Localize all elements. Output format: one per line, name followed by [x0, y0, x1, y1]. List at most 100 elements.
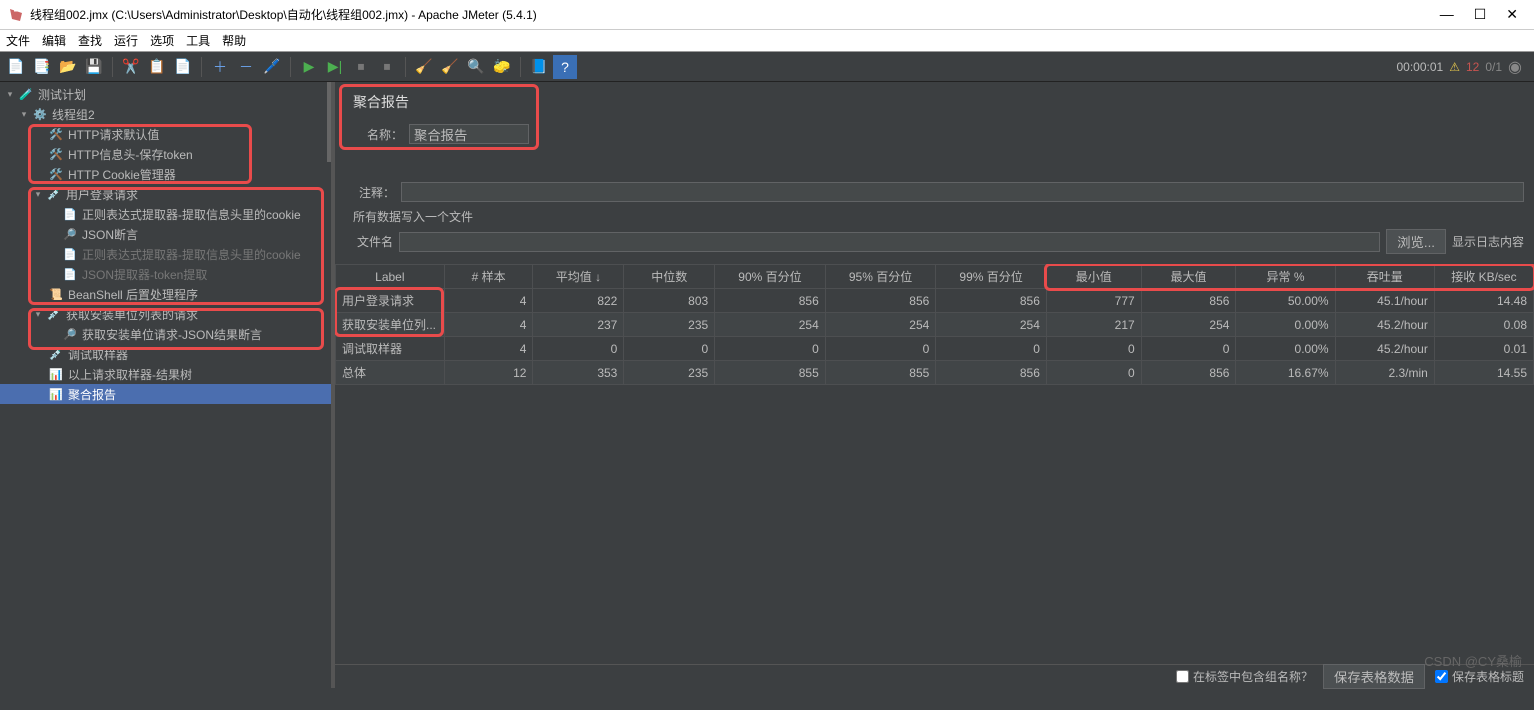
- menu-run[interactable]: 运行: [114, 32, 138, 49]
- menu-tools[interactable]: 工具: [186, 32, 210, 49]
- tree-json-extract[interactable]: 📄 JSON提取器-token提取: [0, 264, 331, 284]
- minus-icon[interactable]: －: [234, 55, 258, 79]
- show-log-button[interactable]: 显示日志内容: [1452, 233, 1524, 250]
- paste-icon[interactable]: 📄: [171, 55, 195, 79]
- cell-throughput: 2.3/min: [1335, 361, 1434, 385]
- tree-debug-sampler[interactable]: 💉 调试取样器: [0, 344, 331, 364]
- aggregate-table[interactable]: Label # 样本 平均值 ↓ 中位数 90% 百分位 95% 百分位 99%…: [335, 264, 1534, 385]
- tree-json-assert[interactable]: 🔎 JSON断言: [0, 224, 331, 244]
- wrench-icon: 🛠️: [48, 166, 64, 182]
- col-median[interactable]: 中位数: [624, 265, 715, 289]
- start-no-pause-icon[interactable]: ▶|: [323, 55, 347, 79]
- bottom-bar: 在标签中包含组名称？ 保存表格数据 保存表格标题: [335, 664, 1534, 688]
- col-p95[interactable]: 95% 百分位: [825, 265, 936, 289]
- page-icon: 📄: [62, 206, 78, 222]
- tree-aggregate-report[interactable]: 📊 聚合报告: [0, 384, 331, 404]
- test-plan-tree[interactable]: ▾🧪 测试计划 ▾⚙️ 线程组2 🛠️ HTTP请求默认值 🛠️ HTTP信息头…: [0, 82, 335, 688]
- section-title: 聚合报告: [353, 92, 529, 112]
- tree-scrollbar[interactable]: [327, 82, 331, 162]
- include-group-checkbox[interactable]: 在标签中包含组名称？: [1176, 668, 1313, 685]
- cell-max: 856: [1141, 361, 1236, 385]
- tree-regex1[interactable]: 📄 正则表达式提取器-提取信息头里的cookie: [0, 204, 331, 224]
- table-row[interactable]: 调试取样器400000000.00%45.2/hour0.01: [336, 337, 1534, 361]
- file-input[interactable]: [399, 232, 1380, 252]
- table-row[interactable]: 总体12353235855855856085616.67%2.3/min14.5…: [336, 361, 1534, 385]
- col-label[interactable]: Label: [336, 265, 445, 289]
- menu-help[interactable]: 帮助: [222, 32, 246, 49]
- browse-button[interactable]: 浏览...: [1386, 229, 1446, 254]
- cell-min: 217: [1046, 313, 1141, 337]
- menu-options[interactable]: 选项: [150, 32, 174, 49]
- col-p99[interactable]: 99% 百分位: [936, 265, 1047, 289]
- menu-edit[interactable]: 编辑: [42, 32, 66, 49]
- search-icon[interactable]: 🔍: [464, 55, 488, 79]
- cell-max: 856: [1141, 289, 1236, 313]
- start-icon[interactable]: ▶: [297, 55, 321, 79]
- help-icon[interactable]: ?: [553, 55, 577, 79]
- cell-label: 调试取样器: [336, 337, 445, 361]
- function-helper-icon[interactable]: 📘: [527, 55, 551, 79]
- close-button[interactable]: ✕: [1506, 6, 1518, 23]
- table-row[interactable]: 用户登录请求482280385685685677785650.00%45.1/h…: [336, 289, 1534, 313]
- clear-icon[interactable]: 🧹: [412, 55, 436, 79]
- col-p90[interactable]: 90% 百分位: [715, 265, 826, 289]
- cell-samples: 4: [444, 337, 533, 361]
- minimize-button[interactable]: —: [1440, 6, 1454, 23]
- tree-get-list-assert[interactable]: 🔎 获取安装单位请求-JSON结果断言: [0, 324, 331, 344]
- cell-median: 235: [624, 313, 715, 337]
- col-recv[interactable]: 接收 KB/sec: [1434, 265, 1533, 289]
- wand-icon[interactable]: 🖊️: [260, 55, 284, 79]
- tree-http-default[interactable]: 🛠️ HTTP请求默认值: [0, 124, 331, 144]
- open-icon[interactable]: 📂: [56, 55, 80, 79]
- file-label: 文件名: [345, 233, 393, 250]
- cell-min: 0: [1046, 337, 1141, 361]
- col-samples[interactable]: # 样本: [444, 265, 533, 289]
- col-avg[interactable]: 平均值 ↓: [533, 265, 624, 289]
- col-min[interactable]: 最小值: [1046, 265, 1141, 289]
- tree-login-request[interactable]: ▾💉 用户登录请求: [0, 184, 331, 204]
- cell-median: 235: [624, 361, 715, 385]
- write-all-label: 所有数据写入一个文件: [353, 208, 1524, 225]
- tree-root[interactable]: ▾🧪 测试计划: [0, 84, 331, 104]
- stop-icon[interactable]: ⏹: [349, 55, 373, 79]
- reset-search-icon[interactable]: 🧽: [490, 55, 514, 79]
- copy-icon[interactable]: 📋: [145, 55, 169, 79]
- save-icon[interactable]: 💾: [82, 55, 106, 79]
- name-input[interactable]: [409, 124, 529, 144]
- tree-get-list[interactable]: ▾💉 获取安装单位列表的请求: [0, 304, 331, 324]
- clear-all-icon[interactable]: 🧹: [438, 55, 462, 79]
- menu-file[interactable]: 文件: [6, 32, 30, 49]
- save-table-data-button[interactable]: 保存表格数据: [1323, 664, 1425, 689]
- tree-http-header[interactable]: 🛠️ HTTP信息头-保存token: [0, 144, 331, 164]
- col-max[interactable]: 最大值: [1141, 265, 1236, 289]
- editor-panel: 聚合报告 名称： 注释： 所有数据写入一个文件 文件名 浏览... 显示日志内容: [335, 82, 1534, 688]
- cell-p99: 856: [936, 361, 1047, 385]
- cut-icon[interactable]: ✂️: [119, 55, 143, 79]
- cell-min: 777: [1046, 289, 1141, 313]
- plus-icon[interactable]: ＋: [208, 55, 232, 79]
- syringe-icon: 💉: [48, 346, 64, 362]
- col-error[interactable]: 异常 %: [1236, 265, 1335, 289]
- cell-p99: 254: [936, 313, 1047, 337]
- menu-find[interactable]: 查找: [78, 32, 102, 49]
- tree-http-cookie[interactable]: 🛠️ HTTP Cookie管理器: [0, 164, 331, 184]
- syringe-icon: 💉: [46, 306, 62, 322]
- table-row[interactable]: 获取安装单位列...42372352542542542172540.00%45.…: [336, 313, 1534, 337]
- maximize-button[interactable]: ☐: [1474, 6, 1487, 23]
- col-throughput[interactable]: 吞吐量: [1335, 265, 1434, 289]
- comment-input[interactable]: [401, 182, 1524, 202]
- cell-samples: 4: [444, 289, 533, 313]
- shutdown-icon[interactable]: ⏹: [375, 55, 399, 79]
- cell-error: 0.00%: [1236, 313, 1335, 337]
- warning-icon[interactable]: ⚠: [1449, 60, 1460, 74]
- tree-regex2[interactable]: 📄 正则表达式提取器-提取信息头里的cookie: [0, 244, 331, 264]
- new-icon[interactable]: 📄: [4, 55, 28, 79]
- tree-thread-group[interactable]: ▾⚙️ 线程组2: [0, 104, 331, 124]
- tree-result-tree[interactable]: 📊 以上请求取样器-结果树: [0, 364, 331, 384]
- templates-icon[interactable]: 📑: [30, 55, 54, 79]
- tree-beanshell[interactable]: 📜 BeanShell 后置处理程序: [0, 284, 331, 304]
- wrench-icon: 🛠️: [48, 126, 64, 142]
- beaker-icon: 🧪: [18, 86, 34, 102]
- cell-samples: 12: [444, 361, 533, 385]
- save-table-header-checkbox[interactable]: 保存表格标题: [1435, 668, 1524, 685]
